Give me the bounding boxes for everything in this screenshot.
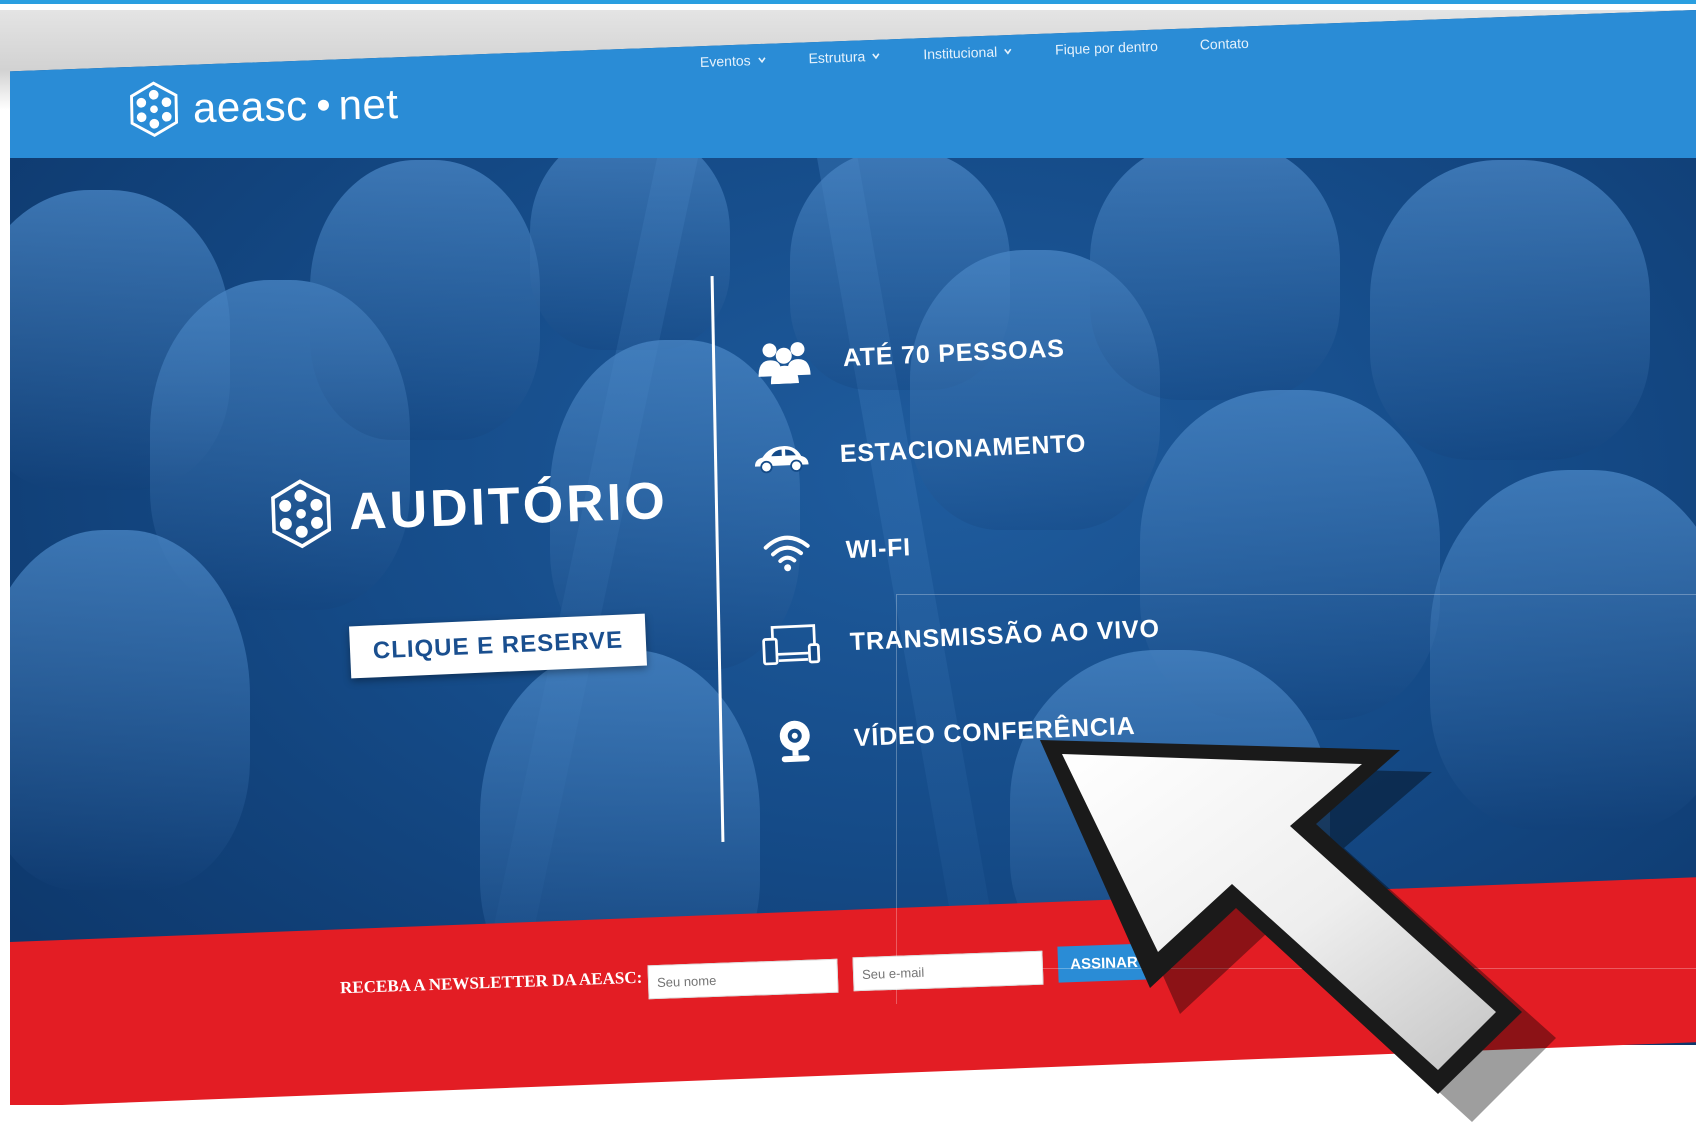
feature-label: WI-FI: [845, 532, 912, 564]
mouse-pointer-icon: [1040, 740, 1556, 1122]
seat-shape: [10, 530, 250, 890]
nav-item-eventos[interactable]: Eventos: [700, 52, 767, 70]
wifi-icon: [757, 527, 817, 577]
screenshot-scene: aeasc net Eventos Estrutura Institucional…: [0, 0, 1696, 1140]
logo-dot: [317, 100, 329, 112]
newsletter-name-input[interactable]: [647, 958, 839, 1000]
seat-shape: [1090, 140, 1340, 400]
nav-item-institucional[interactable]: Institucional: [923, 43, 1013, 62]
nav-item-fique-por-dentro[interactable]: Fique por dentro: [1055, 38, 1158, 58]
feature-wifi: WI-FI: [757, 523, 912, 578]
frame-top-edge: [0, 0, 1696, 4]
aeasc-logo-icon: [130, 81, 179, 138]
chevron-down-icon: [872, 53, 880, 60]
logo-text-aeasc: aeasc: [192, 82, 309, 132]
feature-label: ATÉ 70 PESSOAS: [842, 333, 1066, 372]
seat-shape: [530, 130, 730, 350]
feature-label: ESTACIONAMENTO: [839, 428, 1087, 468]
nav-label: Institucional: [922, 43, 998, 63]
nav-label: Contato: [1199, 34, 1250, 53]
devices-icon: [761, 619, 821, 669]
aeasc-logo-icon: [271, 479, 332, 549]
nav-label: Fique por dentro: [1054, 38, 1159, 58]
seat-shape: [1370, 160, 1650, 460]
auditorio-heading: AUDITÓRIO: [264, 465, 669, 551]
people-icon: [754, 335, 814, 385]
chevron-down-icon: [1004, 48, 1012, 55]
chevron-down-icon: [757, 57, 766, 64]
logo-text-net: net: [338, 80, 399, 129]
nav-label: Estrutura: [808, 48, 866, 67]
webcam-icon: [765, 715, 825, 765]
auditorio-title: AUDITÓRIO: [348, 471, 669, 542]
seat-shape: [310, 160, 540, 440]
nav-label: Eventos: [699, 52, 751, 70]
car-icon: [751, 431, 811, 481]
logo-wordmark: aeasc net: [193, 80, 399, 132]
nav-item-contato[interactable]: Contato: [1199, 35, 1249, 53]
site-logo[interactable]: aeasc net: [124, 75, 399, 139]
nav-item-estrutura[interactable]: Estrutura: [808, 48, 881, 67]
